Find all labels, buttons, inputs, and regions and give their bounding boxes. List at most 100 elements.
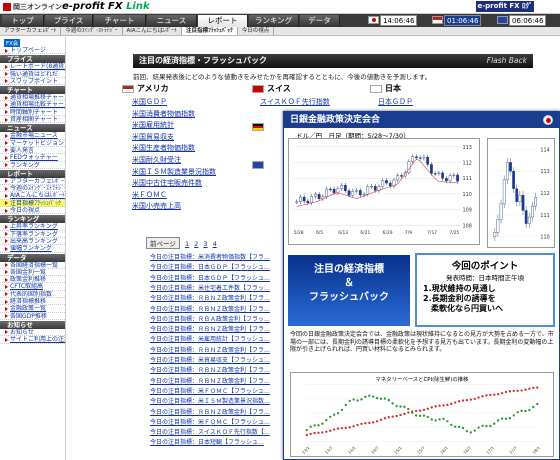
sidebar-item[interactable]: 各国経済指標一覧	[0, 262, 65, 269]
cpi-point	[516, 410, 519, 414]
archive-link[interactable]: 今日の注目指標：ＲＢＮＺ政策金利【フラ…	[150, 376, 270, 385]
subnav-item[interactable]: 今週のｽｲﾝｸﾞ･ｽﾄﾗﾃｼﾞｰ	[61, 27, 123, 35]
archive-link[interactable]: 今日の注目指標：米ＦＯＭＣ【フラッシュ…	[150, 417, 270, 426]
tab-price[interactable]: プライス	[45, 15, 93, 27]
indicator-link[interactable]: 米国ＩＳＭ製造業景況指数	[132, 167, 216, 177]
sidebar-item[interactable]: 通貨相場推移チャート	[0, 94, 65, 102]
tab-news[interactable]: ニュース	[147, 15, 197, 27]
indicator-link[interactable]: 米国中古住宅販売件数	[132, 178, 202, 188]
sidebar-item[interactable]: 出来高ランキング	[0, 238, 65, 246]
sidebar-item[interactable]: 経済指標推移	[0, 298, 65, 306]
archive-link[interactable]: 今日の注目指標：米消費者物価指数【フラ…	[150, 252, 270, 261]
sidebar-item[interactable]: 値幅ランキング	[0, 245, 65, 253]
arrow-icon	[5, 186, 8, 191]
tab-report[interactable]: レポート	[198, 15, 248, 27]
brand-logo[interactable]: e-profit FX Link	[62, 1, 150, 12]
archive-link[interactable]: 今日の注目指標：ＲＢＮＺ政策金利【フラ…	[150, 365, 270, 374]
sidebar-item[interactable]: 資産相関チャート	[0, 116, 65, 124]
subnav-item[interactable]: 今日の視点	[238, 27, 275, 35]
archive-link[interactable]: 今日の注目指標：米ＦＯＭＣ【フラッシュ…	[150, 386, 270, 395]
prev-page-button[interactable]: 前ページ	[146, 237, 180, 249]
monetary-base-point	[336, 427, 340, 430]
sidebar-item[interactable]: 今日の視点	[0, 207, 65, 215]
page-link[interactable]: 1	[185, 240, 189, 248]
archive-link[interactable]: 今日の注目指標：米貿易収支【フラッシュ…	[150, 355, 270, 364]
archive-link[interactable]: 今日の注目指標：ＲＢＮＺ政策金利【フラ…	[150, 293, 270, 302]
tab-data[interactable]: データ	[300, 15, 340, 27]
sidebar-item[interactable]: ランキング	[0, 162, 65, 169]
sidebar-item[interactable]: トップページ	[0, 47, 65, 55]
page-link[interactable]: 3	[203, 240, 207, 248]
indicator-link[interactable]: 米国雇用統計	[132, 120, 174, 130]
indicator-link[interactable]: 米国小売売上高	[132, 201, 181, 211]
x-tick-label: 15/7	[416, 445, 426, 455]
sidebar-item[interactable]: 時間軸別チャート	[0, 109, 65, 117]
sidebar-item[interactable]: 各国金利一覧	[0, 269, 65, 277]
sidebar-item[interactable]: 注目指標ﾌﾗｯｼｭﾊﾞｯｸ	[0, 199, 65, 208]
cpi-point	[387, 398, 390, 402]
archive-link[interactable]: 今日の注目指標：日本ＧＤＰ【フラッシュ…	[150, 262, 270, 271]
sidebar-item[interactable]: レートボード(8通貨)	[0, 63, 65, 71]
indicator-link[interactable]: 米国貿易収支	[132, 132, 174, 142]
sidebar-item[interactable]: 通貨相場比較チャート	[0, 101, 65, 109]
archive-link[interactable]: 今日の注目指標：日本ＧＤＰ【フラッシュ…	[150, 273, 270, 282]
archive-link[interactable]: 今日の注目指標：米雇用統計【フラッシュ…	[150, 334, 270, 343]
cpi-point	[340, 408, 344, 412]
subnav-item[interactable]: AIAこんにちはﾚﾎﾟｰﾄ	[123, 27, 182, 35]
archive-link[interactable]: 今日の注目指標：ＲＢＮＺ政策金利【フラ…	[150, 345, 270, 354]
fx-link-button[interactable]: e-profit FX ﾛｸﾞｱｳﾄ	[476, 1, 534, 21]
sidebar-item[interactable]: AIAこんにちはﾚﾎﾟｰﾄ	[0, 192, 65, 200]
sidebar-item[interactable]: 今週のｽｲﾝｸﾞ･ｽﾄﾗﾃｼﾞｰ	[0, 185, 65, 193]
archive-link[interactable]: 今日の注目指標：ＲＢＮＺ政策金利【フラ…	[150, 407, 270, 416]
monetary-base-point	[321, 431, 324, 434]
tab-ranking[interactable]: ランキング	[249, 15, 299, 27]
country-name: スイス	[267, 84, 291, 93]
page-link[interactable]: 2	[194, 240, 198, 248]
archive-link[interactable]: 今日の注目指標：ＲＢＮＺ政策金利【フラ…	[150, 304, 270, 313]
indicator-link[interactable]: 米国耐久財受注	[132, 155, 181, 165]
archive-link[interactable]: 今日の注目指標：米ＩＳＭ製造業景況指数…	[150, 396, 270, 405]
tab-top[interactable]: トップ	[2, 15, 44, 27]
archive-link[interactable]: 今日の注目指標：日本短観【フラッシュ…	[150, 437, 264, 446]
indicator-link[interactable]: スイスＫＯＦ先行指数	[260, 97, 330, 107]
sidebar-item[interactable]: サイトご利用上の注意	[0, 336, 65, 344]
subnav-item-active[interactable]: 注目指標ﾌﾗｯｼｭﾊﾞｯｸ	[181, 27, 238, 35]
sidebar-item[interactable]: 下落率ランキング	[0, 231, 65, 238]
sidebar-item[interactable]: お知らせ	[0, 329, 65, 337]
sidebar-item[interactable]: 要人発言	[0, 147, 65, 155]
archive-link[interactable]: 今日の注目指標：米住宅着工件数【フラッ…	[150, 283, 270, 292]
sidebar-item[interactable]: マーケットビジョン	[0, 140, 65, 147]
sidebar-item[interactable]: 政策金利推移	[0, 276, 65, 284]
indicator-link[interactable]: 米ＦＯＭＣ	[132, 190, 167, 200]
sidebar-item[interactable]: スワップポイント	[0, 78, 65, 86]
sidebar-item[interactable]: 代表的国別指数	[0, 291, 65, 299]
sidebar-item[interactable]: 強い通貨はどれだ	[0, 71, 65, 78]
indicator-link[interactable]: 米国消費者物価指数	[132, 109, 195, 119]
monetary-base-point	[309, 432, 312, 436]
page-link[interactable]: 4	[213, 240, 217, 248]
archive-link[interactable]: 今日の注目指標：ＲＢＮＺ政策金利【フラ…	[150, 324, 270, 333]
sidebar-item[interactable]: 上昇率ランキング	[0, 223, 65, 231]
candle	[422, 156, 426, 159]
sidebar-item[interactable]: FEDウォッチャー	[0, 154, 65, 162]
cpi-point	[336, 412, 340, 415]
sidebar-item[interactable]: 各国GDP推移	[0, 313, 65, 320]
candle	[381, 180, 385, 187]
monetary-base-point	[387, 416, 390, 419]
sidebar-item[interactable]: 金融政策一覧	[0, 305, 65, 313]
indicator-link[interactable]: 日本ＧＤＰ	[378, 97, 413, 107]
candle	[493, 232, 497, 237]
candle	[505, 162, 509, 181]
sidebar-item[interactable]: CFTC取組高	[0, 283, 65, 291]
indicator-link[interactable]: 米国生産者物価指数	[132, 143, 195, 153]
subnav-item[interactable]: アフターカフェﾚﾎﾟｰﾄ	[0, 27, 62, 35]
monetary-base-point	[485, 394, 488, 397]
archive-link[interactable]: 今日の注目指標：ＲＢＡ政策金利【フラッ…	[150, 314, 270, 323]
tab-chart[interactable]: チャート	[94, 15, 146, 27]
sidebar-item[interactable]: アフターカフェﾚﾎﾟｰﾄ	[0, 178, 65, 186]
sidebar-item-label: 経済指標推移	[10, 298, 47, 306]
popup-title: 日銀金融政策決定会合	[284, 112, 559, 128]
indicator-link[interactable]: 米国ＧＤＰ	[132, 97, 167, 107]
archive-link[interactable]: 今日の注目指標：スイスＫＯＦ先行指数【…	[150, 427, 270, 436]
sidebar-item[interactable]: 金融市場ニュース	[0, 132, 65, 140]
